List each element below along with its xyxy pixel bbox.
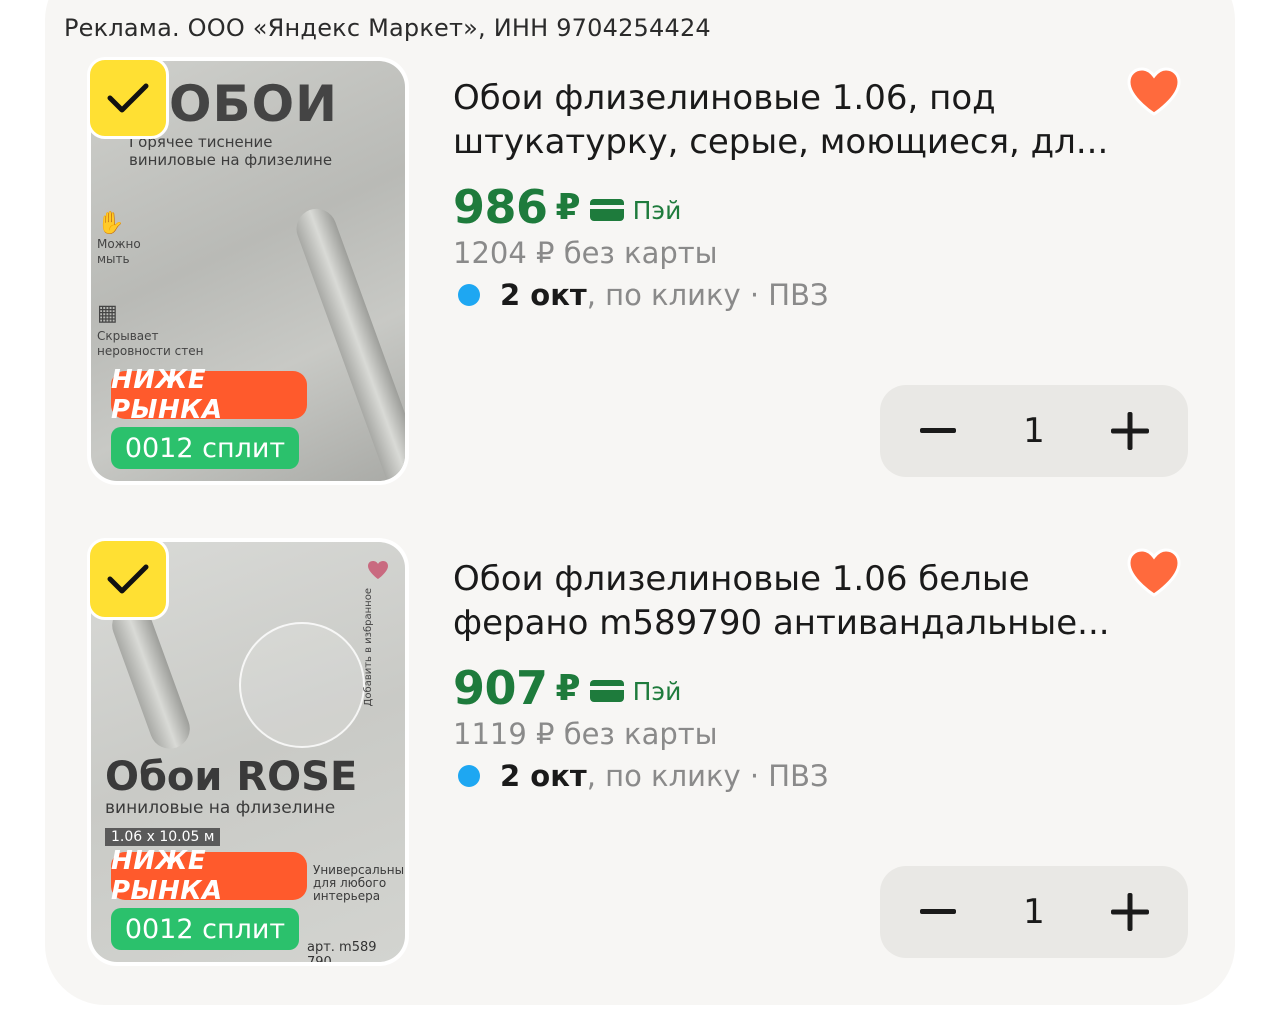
plus-icon	[1110, 893, 1149, 931]
image-title: Обои ROSE	[105, 754, 358, 800]
small-heart-icon	[368, 561, 388, 579]
check-icon	[107, 564, 149, 594]
product-image[interactable]: Добавить в избранное Обои ROSE виниловые…	[87, 538, 409, 966]
price-currency: ₽	[555, 667, 581, 709]
increase-button[interactable]	[1108, 890, 1152, 934]
select-checkbox[interactable]	[87, 538, 169, 620]
image-vertical-text: Добавить в избранное	[363, 588, 374, 707]
pay-label: Пэй	[632, 676, 682, 706]
decrease-button[interactable]	[916, 890, 960, 934]
plus-icon	[1110, 412, 1149, 450]
product-image[interactable]: ОБОИ Горячее тиснение виниловые на флизе…	[87, 57, 409, 485]
image-article: арт. m589 790	[307, 940, 377, 962]
product-title[interactable]: Обои флизелиновые 1.06 белые ферано m589…	[453, 557, 1113, 645]
minus-icon	[920, 909, 956, 914]
product-title[interactable]: Обои флизелиновые 1.06, под штукатурку, …	[453, 76, 1113, 164]
quantity-stepper: 1	[880, 385, 1188, 477]
price-row: 907 ₽ Пэй	[453, 661, 681, 715]
heart-icon	[1127, 67, 1181, 116]
favorite-button[interactable]	[1125, 66, 1183, 122]
quantity-stepper: 1	[880, 866, 1188, 958]
price-currency: ₽	[555, 186, 581, 228]
delivery-date: 2 окт	[500, 759, 587, 793]
select-checkbox[interactable]	[87, 57, 169, 139]
card-icon	[589, 199, 624, 221]
split-badge: 0012 сплит	[111, 427, 299, 469]
cart-item: Добавить в избранное Обои ROSE виниловые…	[0, 481, 1280, 966]
washable-icon: ✋	[97, 211, 125, 236]
image-universal-note: Универсальны для любого интерьера	[313, 863, 405, 903]
delivery-method: , по клику · ПВЗ	[586, 278, 829, 312]
image-subtitle: Горячее тиснение виниловые на флизелине	[129, 133, 333, 169]
delivery-dot-icon	[458, 284, 480, 306]
check-icon	[107, 83, 149, 113]
delivery-method: , по клику · ПВЗ	[586, 759, 829, 793]
favorite-button[interactable]	[1125, 547, 1183, 603]
image-size: 1.06 x 10.05 м	[105, 828, 221, 846]
price-row: 986 ₽ Пэй	[453, 180, 681, 234]
image-subtitle: виниловые на флизелине	[105, 798, 336, 818]
minus-icon	[920, 428, 956, 433]
decrease-button[interactable]	[916, 409, 960, 453]
delivery-info: 2 окт , по клику · ПВЗ	[458, 759, 829, 793]
card-icon	[589, 680, 624, 702]
below-market-badge: НИЖЕ РЫНКА	[111, 846, 307, 906]
heart-icon	[1127, 548, 1181, 597]
delivery-info: 2 окт , по клику · ПВЗ	[458, 278, 829, 312]
pay-label: Пэй	[632, 195, 682, 225]
price-value: 907	[453, 661, 548, 715]
image-feature-hides: ▦ Скрывает неровности стен	[97, 301, 204, 358]
increase-button[interactable]	[1108, 409, 1152, 453]
delivery-date: 2 окт	[500, 278, 587, 312]
delivery-dot-icon	[458, 765, 480, 787]
price-without-card: 1204 ₽ без карты	[453, 236, 718, 270]
texture-magnifier	[239, 622, 365, 748]
texture-icon: ▦	[97, 301, 118, 326]
cart-item: ОБОИ Горячее тиснение виниловые на флизе…	[0, 0, 1280, 485]
quantity-value: 1	[1023, 892, 1045, 932]
image-feature-washable: ✋ Можно мыть	[97, 211, 141, 266]
quantity-value: 1	[1023, 411, 1045, 451]
split-badge: 0012 сплит	[111, 908, 299, 950]
price-value: 986	[453, 180, 548, 234]
price-without-card: 1119 ₽ без карты	[453, 717, 718, 751]
below-market-badge: НИЖЕ РЫНКА	[111, 365, 307, 425]
image-title: ОБОИ	[169, 75, 338, 133]
